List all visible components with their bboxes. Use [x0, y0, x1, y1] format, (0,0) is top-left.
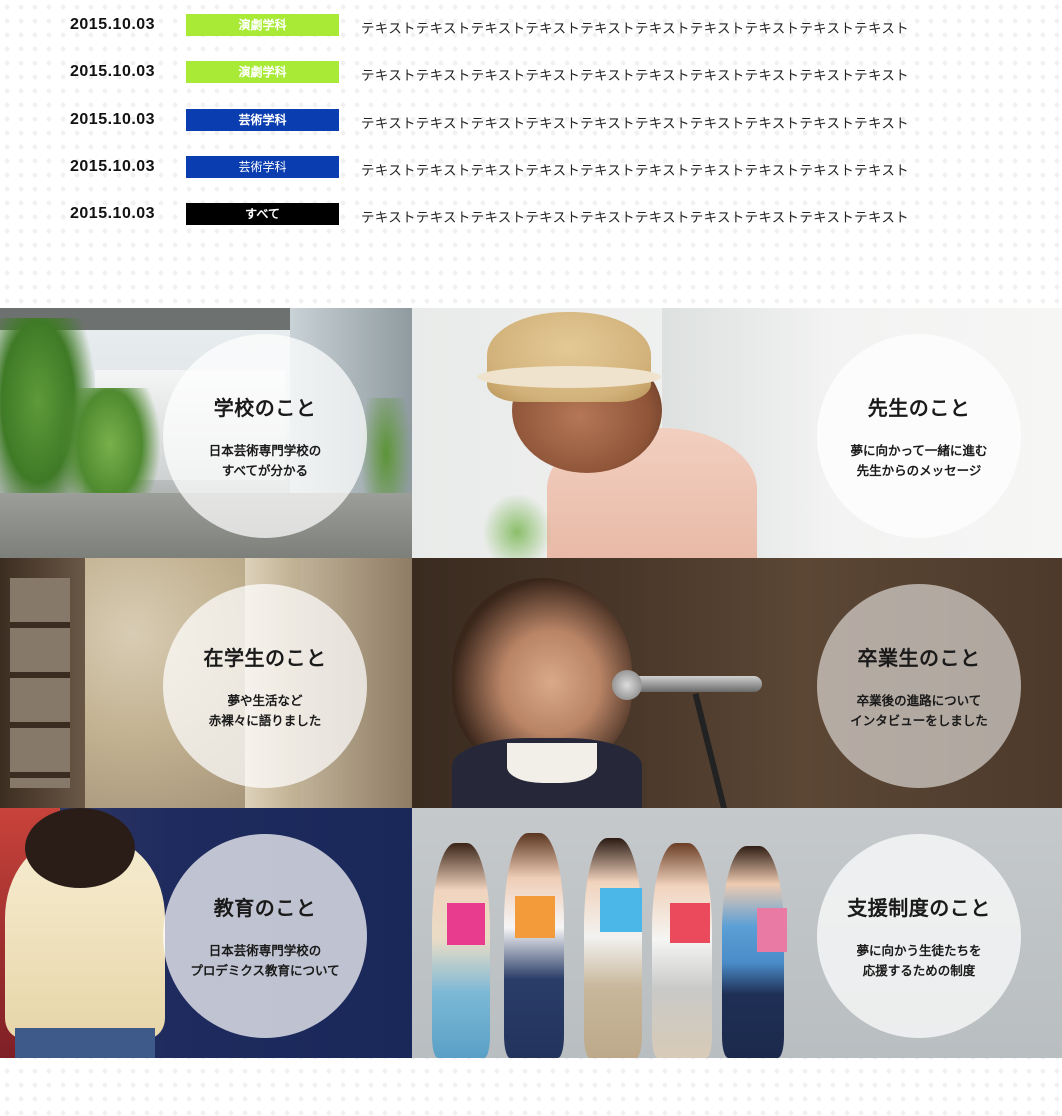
- news-category-badge[interactable]: 芸術学科: [186, 156, 339, 178]
- plant-image: [482, 493, 552, 558]
- news-title-link[interactable]: テキストテキストテキストテキストテキストテキストテキストテキストテキストテキスト: [361, 159, 909, 179]
- panel-description-line: すべてが分かる: [221, 463, 309, 478]
- panel-circle: 卒業生のこと 卒業後の進路について インタビューをしました: [817, 584, 1021, 788]
- news-date: 2015.10.03: [70, 63, 156, 80]
- news-date: 2015.10.03: [70, 111, 156, 128]
- panel-title: 在学生のこと: [203, 647, 327, 670]
- hat-band-image: [477, 366, 661, 388]
- panel-title: 先生のこと: [867, 397, 971, 420]
- news-item[interactable]: 2015.10.03 演劇学科 テキストテキストテキストテキストテキストテキスト…: [0, 61, 1062, 83]
- panel-title: 教育のこと: [213, 897, 317, 920]
- panel-description-line: 応援するための制度: [862, 963, 976, 978]
- student-figure-image: [432, 843, 490, 1058]
- panel-description: 日本芸術専門学校の すべてが分かる: [209, 441, 322, 481]
- door-window-image: [10, 578, 70, 788]
- panel-graduate[interactable]: 卒業生のこと 卒業後の進路について インタビューをしました: [412, 558, 1062, 808]
- hair-image: [25, 808, 135, 888]
- panel-circle: 教育のこと 日本芸術専門学校の プロデミクス教育について: [163, 834, 367, 1038]
- news-title-link[interactable]: テキストテキストテキストテキストテキストテキストテキストテキストテキストテキスト: [361, 17, 909, 37]
- panel-description-line: 夢に向かう生徒たちを: [856, 943, 982, 958]
- student-figure-image: [584, 838, 642, 1058]
- news-date: 2015.10.03: [70, 205, 156, 222]
- news-title-link[interactable]: テキストテキストテキストテキストテキストテキストテキストテキストテキストテキスト: [361, 64, 909, 84]
- notebook-image: [447, 903, 485, 945]
- news-category-badge[interactable]: 演劇学科: [186, 14, 339, 36]
- collar-image: [507, 743, 597, 783]
- category-panel-grid: 学校のこと 日本芸術専門学校の すべてが分かる 先生のこと 夢に向かって一緒に進…: [0, 308, 1062, 1058]
- panel-description: 日本芸術専門学校の プロデミクス教育について: [190, 941, 339, 981]
- news-item[interactable]: 2015.10.03 芸術学科 テキストテキストテキストテキストテキストテキスト…: [0, 109, 1062, 131]
- panel-circle: 支援制度のこと 夢に向かう生徒たちを 応援するための制度: [817, 834, 1021, 1038]
- notebook-image: [515, 896, 555, 938]
- news-category-badge[interactable]: 芸術学科: [186, 109, 339, 131]
- notebook-image: [670, 903, 710, 943]
- skirt-image: [15, 1028, 155, 1058]
- panel-description: 夢に向かう生徒たちを 応援するための制度: [856, 941, 981, 981]
- panel-description-line: 夢や生活など: [227, 693, 303, 708]
- panel-description: 卒業後の進路について インタビューをしました: [850, 691, 988, 731]
- news-title-link[interactable]: テキストテキストテキストテキストテキストテキストテキストテキストテキストテキスト: [361, 112, 909, 132]
- panel-description-line: 日本芸術専門学校の: [208, 443, 322, 458]
- panel-description-line: 卒業後の進路について: [856, 693, 982, 708]
- news-item[interactable]: 2015.10.03 すべて テキストテキストテキストテキストテキストテキストテ…: [0, 203, 1062, 225]
- news-category-badge[interactable]: 演劇学科: [186, 61, 339, 83]
- panel-description-line: 夢に向かって一緒に進む: [850, 443, 988, 458]
- mic-stand-image: [692, 693, 728, 808]
- news-date: 2015.10.03: [70, 16, 156, 33]
- news-title-link[interactable]: テキストテキストテキストテキストテキストテキストテキストテキストテキストテキスト: [361, 206, 909, 226]
- notebook-image: [757, 908, 787, 952]
- panel-title: 支援制度のこと: [847, 897, 991, 920]
- student-figure-image: [504, 833, 564, 1058]
- news-item[interactable]: 2015.10.03 芸術学科 テキストテキストテキストテキストテキストテキスト…: [0, 156, 1062, 178]
- microphone-head-image: [612, 670, 642, 700]
- panel-description-line: 日本芸術専門学校の: [208, 943, 322, 958]
- panel-teacher[interactable]: 先生のこと 夢に向かって一緒に進む 先生からのメッセージ: [412, 308, 1062, 558]
- panel-education[interactable]: 教育のこと 日本芸術専門学校の プロデミクス教育について: [0, 808, 412, 1058]
- panel-description: 夢や生活など 赤裸々に語りました: [209, 691, 322, 731]
- panel-circle: 学校のこと 日本芸術専門学校の すべてが分かる: [163, 334, 367, 538]
- panel-circle: 在学生のこと 夢や生活など 赤裸々に語りました: [163, 584, 367, 788]
- panel-circle: 先生のこと 夢に向かって一緒に進む 先生からのメッセージ: [817, 334, 1021, 538]
- panel-student[interactable]: 在学生のこと 夢や生活など 赤裸々に語りました: [0, 558, 412, 808]
- panel-description-line: インタビューをしました: [850, 713, 988, 728]
- panel-description-line: 先生からのメッセージ: [856, 463, 982, 478]
- news-item[interactable]: 2015.10.03 演劇学科 テキストテキストテキストテキストテキストテキスト…: [0, 14, 1062, 36]
- panel-title: 学校のこと: [213, 397, 317, 420]
- panel-title: 卒業生のこと: [857, 647, 981, 670]
- hat-image: [487, 312, 651, 402]
- panel-description-line: 赤裸々に語りました: [208, 713, 322, 728]
- student-figure-image: [652, 843, 712, 1058]
- news-date: 2015.10.03: [70, 158, 156, 175]
- panel-description-line: プロデミクス教育について: [190, 963, 340, 978]
- panel-school[interactable]: 学校のこと 日本芸術専門学校の すべてが分かる: [0, 308, 412, 558]
- student-figure-image: [722, 846, 784, 1058]
- notebook-image: [600, 888, 642, 932]
- panel-support[interactable]: 支援制度のこと 夢に向かう生徒たちを 応援するための制度: [412, 808, 1062, 1058]
- panel-description: 夢に向かって一緒に進む 先生からのメッセージ: [851, 441, 988, 481]
- news-category-badge[interactable]: すべて: [186, 203, 339, 225]
